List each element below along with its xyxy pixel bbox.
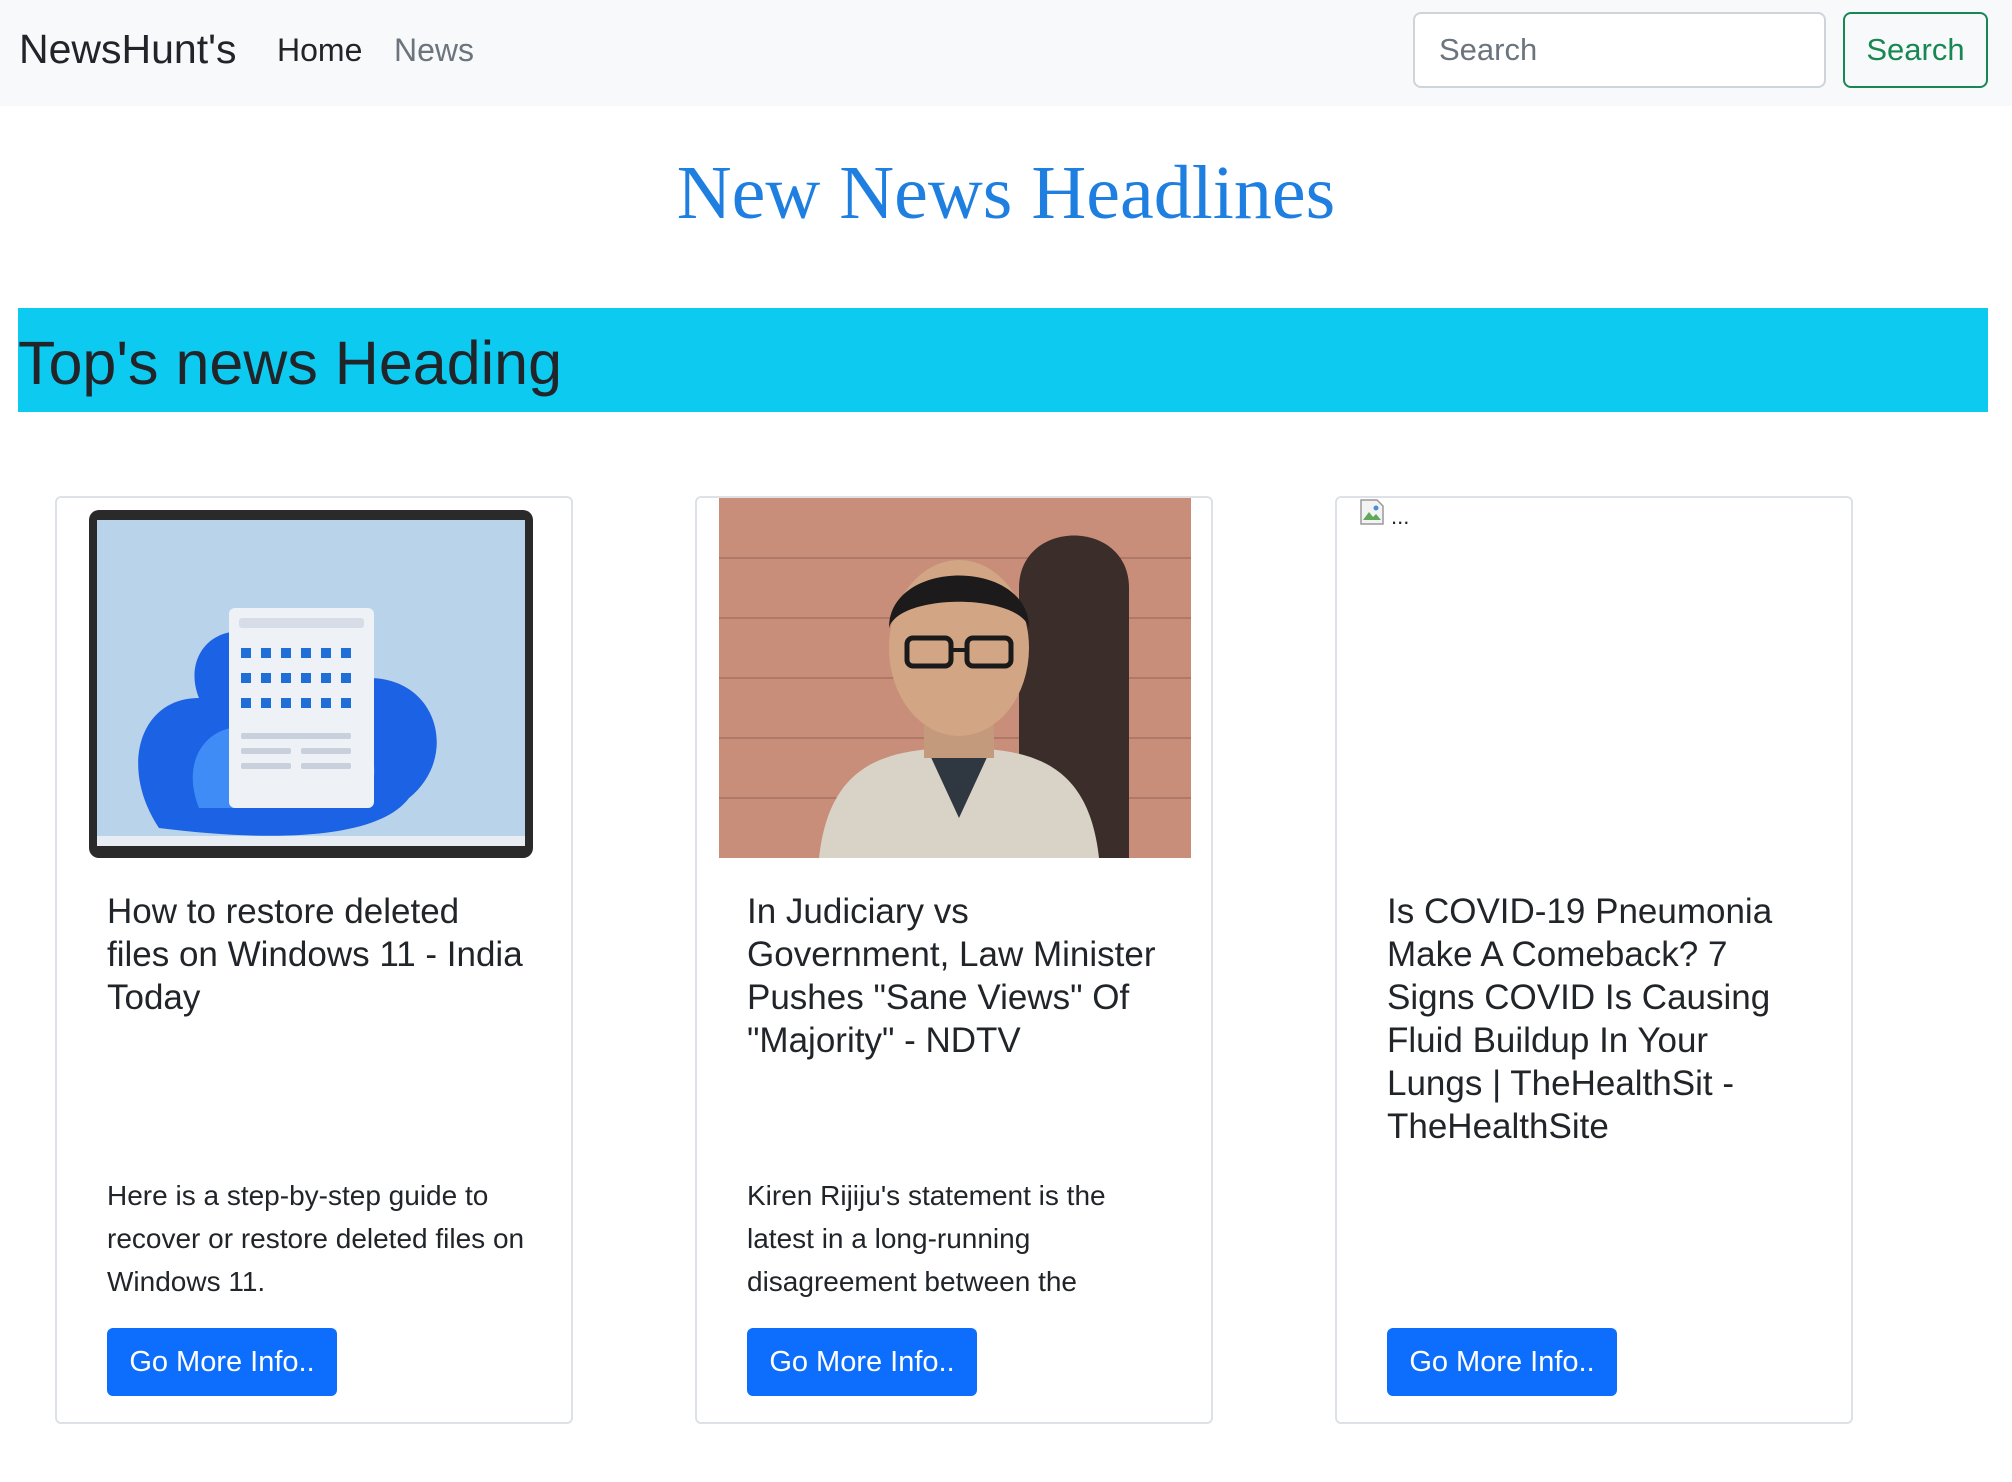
page-title: New News Headlines — [676, 151, 1336, 235]
banner-title: Top's news Heading — [18, 329, 563, 397]
go-more-info-button[interactable]: Go More Info.. — [107, 1328, 337, 1396]
portrait-image — [719, 498, 1191, 858]
card-text: Kiren Rijiju's statement is the latest i… — [747, 1180, 1106, 1297]
news-card: ... Is COVID-19 Pneumonia Make A Comebac… — [1335, 496, 1853, 1424]
card-image-portrait — [719, 498, 1191, 858]
news-card: How to restore deleted files on Windows … — [55, 496, 573, 1424]
news-card: In Judiciary vs Government, Law Minister… — [695, 496, 1213, 1424]
top-news-banner: Top's news Heading — [18, 308, 1988, 412]
broken-image: ... — [1359, 498, 1409, 530]
search-input[interactable] — [1413, 12, 1826, 88]
navbar: NewsHunt's Home News Search — [0, 0, 2012, 106]
nav-link-home[interactable]: Home — [277, 32, 362, 69]
card-title: Is COVID-19 Pneumonia Make A Comeback? 7… — [1387, 892, 1773, 1146]
card-title: How to restore deleted files on Windows … — [107, 892, 523, 1017]
card-title: In Judiciary vs Government, Law Minister… — [747, 892, 1156, 1060]
brand-link[interactable]: NewsHunt's — [19, 26, 236, 73]
go-more-info-button[interactable]: Go More Info.. — [1387, 1328, 1617, 1396]
go-more-info-button[interactable]: Go More Info.. — [747, 1328, 977, 1396]
card-text: Here is a step-by-step guide to recover … — [107, 1180, 525, 1297]
image-alt-text: ... — [1391, 504, 1410, 529]
card-image-laptop — [79, 498, 551, 858]
search-button[interactable]: Search — [1843, 12, 1988, 88]
laptop-image — [79, 498, 551, 858]
broken-image-icon — [1360, 499, 1384, 525]
nav-link-news[interactable]: News — [394, 32, 474, 69]
card-text — [1387, 1174, 1807, 1304]
